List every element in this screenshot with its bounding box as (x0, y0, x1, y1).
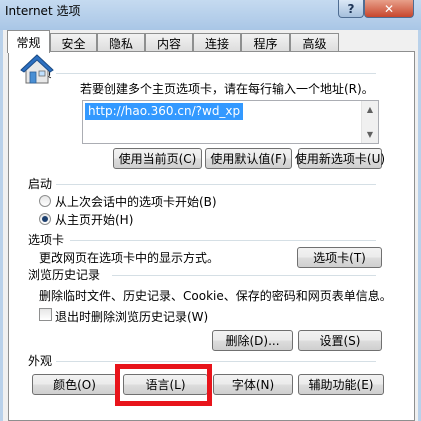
appearance-group-label: 外观 (28, 352, 56, 369)
help-button[interactable]: ? (338, 0, 364, 18)
scroll-up-icon[interactable]: ▲ (362, 101, 378, 118)
window-title: Internet 选项 (5, 4, 81, 18)
home-url-value: http://hao.360.cn/?wd_xp (85, 103, 244, 120)
close-button[interactable]: ✕ (364, 0, 414, 18)
startup-last-session-radio[interactable] (39, 195, 51, 207)
startup-group-label: 启动 (28, 175, 56, 192)
home-icon (20, 54, 54, 84)
history-settings-button[interactable]: 设置(S) (298, 330, 382, 351)
tab-content[interactable]: 内容 (145, 33, 193, 52)
startup-home-radio[interactable] (39, 213, 51, 225)
tab-advanced[interactable]: 高级 (290, 33, 339, 52)
scroll-down-icon[interactable]: ▼ (362, 126, 378, 143)
colors-button[interactable]: 颜色(O) (32, 374, 117, 395)
tab-general[interactable]: 常规 (7, 30, 50, 53)
tab-strip: 常规 安全 隐私 内容 连接 程序 高级 (3, 30, 418, 53)
url-scrollbar[interactable]: ▲ ▼ (361, 101, 378, 143)
startup-group-line (56, 184, 376, 185)
use-default-button[interactable]: 使用默认值(F) (205, 148, 292, 169)
tabs-settings-button[interactable]: 选项卡(T) (297, 247, 382, 268)
tabs-group-label: 选项卡 (28, 231, 68, 248)
use-new-tab-button[interactable]: 使用新选项卡(U) (295, 148, 385, 169)
home-group-line (56, 73, 376, 74)
home-hint: 若要创建多个主页选项卡，请在每行输入一个地址(R)。 (80, 82, 374, 96)
use-current-button[interactable]: 使用当前页(C) (113, 148, 202, 169)
tabs-hint: 更改网页在选项卡中的显示方式。 (39, 251, 220, 265)
highlight-annotation-box (115, 364, 212, 406)
history-hint: 删除临时文件、历史记录、Cookie、保存的密码和网页表单信息。 (39, 289, 392, 303)
delete-history-button[interactable]: 删除(D)... (212, 330, 293, 351)
history-group-line (112, 275, 376, 276)
tab-security[interactable]: 安全 (50, 33, 97, 52)
delete-history-on-exit-label[interactable]: 退出时删除浏览历史记录(W) (55, 308, 208, 325)
home-url-textarea[interactable]: http://hao.360.cn/?wd_xp ▲ ▼ (82, 100, 379, 144)
history-group-label: 浏览历史记录 (28, 266, 104, 283)
accessibility-button[interactable]: 辅助功能(E) (298, 374, 384, 395)
tabs-group-line (70, 240, 376, 241)
delete-history-on-exit-checkbox[interactable] (39, 308, 52, 321)
startup-home-label[interactable]: 从主页开始(H) (55, 211, 133, 228)
tab-privacy[interactable]: 隐私 (97, 33, 145, 52)
fonts-button[interactable]: 字体(N) (213, 374, 293, 395)
tab-connections[interactable]: 连接 (193, 33, 241, 52)
tab-programs[interactable]: 程序 (241, 33, 290, 52)
help-icon: ? (347, 1, 355, 16)
close-icon: ✕ (383, 1, 395, 16)
title-bar: Internet 选项 ? ✕ (0, 0, 421, 30)
startup-last-session-label[interactable]: 从上次会话中的选项卡开始(B) (55, 193, 217, 210)
appearance-group-line (56, 361, 376, 362)
